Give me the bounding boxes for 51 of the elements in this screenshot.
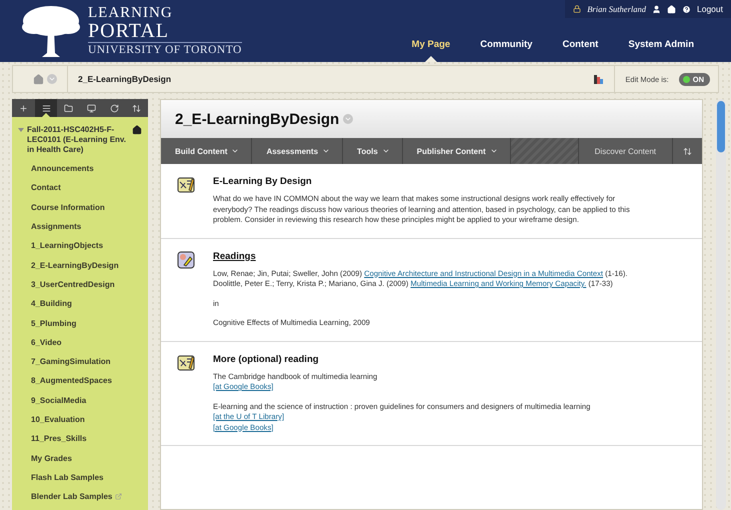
sidebar-item[interactable]: 10_Evaluation <box>18 410 142 430</box>
nav-tab[interactable]: Community <box>465 39 548 62</box>
item-title[interactable]: E-Learning By Design <box>213 176 688 187</box>
chevron-down-icon <box>322 147 330 155</box>
lock-icon <box>573 5 582 13</box>
user-icon[interactable] <box>652 4 661 14</box>
sidebar-item[interactable]: My Grades <box>18 448 142 468</box>
menu-button[interactable]: Tools <box>343 138 403 164</box>
course-title[interactable]: Fall-2011-HSC402H5-F-LEC0101 (E-Learning Env. in Health Care) <box>27 125 129 155</box>
item-title[interactable]: More (optional) reading <box>213 354 688 364</box>
sidebar-item[interactable]: 8_AugmentedSpaces <box>18 371 142 391</box>
user-name: Brian Sutherland <box>587 4 646 14</box>
chevron-down-icon <box>231 147 240 155</box>
help-icon[interactable] <box>682 4 691 14</box>
sidebar-item[interactable]: 11_Pres_Skills <box>18 429 142 448</box>
sidebar-item[interactable]: 4_Building <box>18 294 142 314</box>
logo-text: LEARNING <box>88 6 174 21</box>
striped-spacer <box>510 138 579 164</box>
nav-tab[interactable]: System Admin <box>613 39 709 62</box>
sidebar-item[interactable]: 2_E-LearningByDesign <box>18 255 142 275</box>
sidebar-item[interactable]: Contact <box>18 178 142 198</box>
page-title: 2_E-LearningByDesign <box>175 110 340 128</box>
logout-link[interactable]: Logout <box>697 4 723 14</box>
tree-logo-icon <box>20 3 82 59</box>
item-title[interactable]: Readings <box>213 250 688 262</box>
logo-text: PORTAL <box>88 20 170 41</box>
sidebar-item[interactable]: Assignments <box>18 216 142 236</box>
sidebar-item[interactable]: 5_Plumbing <box>18 313 142 333</box>
scrollbar[interactable] <box>715 99 727 510</box>
sidebar-item[interactable]: 6_Video <box>18 332 142 352</box>
nav-tab[interactable]: Content <box>547 39 614 62</box>
logo-text: UNIVERSITY OF TORONTO <box>88 42 242 56</box>
sidebar-item[interactable]: 3_UserCentredDesign <box>18 274 142 294</box>
sidebar-item[interactable]: 1_LearningObjects <box>18 236 142 256</box>
document-icon <box>177 354 195 372</box>
sidebar-item[interactable]: 7_GamingSimulation <box>18 352 142 372</box>
sidebar-item[interactable]: Announcements <box>18 159 142 178</box>
chevron-down-icon <box>490 147 498 155</box>
home-icon[interactable] <box>132 125 142 135</box>
sidebar-item[interactable]: Flash Lab Samples <box>18 468 142 488</box>
sidebar-item[interactable]: Course Information <box>18 198 142 217</box>
sidebar-item[interactable]: Blender Lab Samples <box>18 487 142 506</box>
menu-button[interactable]: Assessments <box>252 138 344 164</box>
list-icon[interactable] <box>34 99 58 117</box>
document-icon <box>177 176 195 194</box>
menu-button[interactable]: Build Content <box>161 138 252 164</box>
discover-button[interactable]: Discover Content <box>578 138 673 164</box>
breadcrumb-text: 2_E-LearningByDesign <box>77 74 172 84</box>
chevron-down-icon <box>382 147 390 155</box>
sidebar-item[interactable]: 9_SocialMedia <box>18 390 142 410</box>
external-link-icon <box>115 493 122 500</box>
